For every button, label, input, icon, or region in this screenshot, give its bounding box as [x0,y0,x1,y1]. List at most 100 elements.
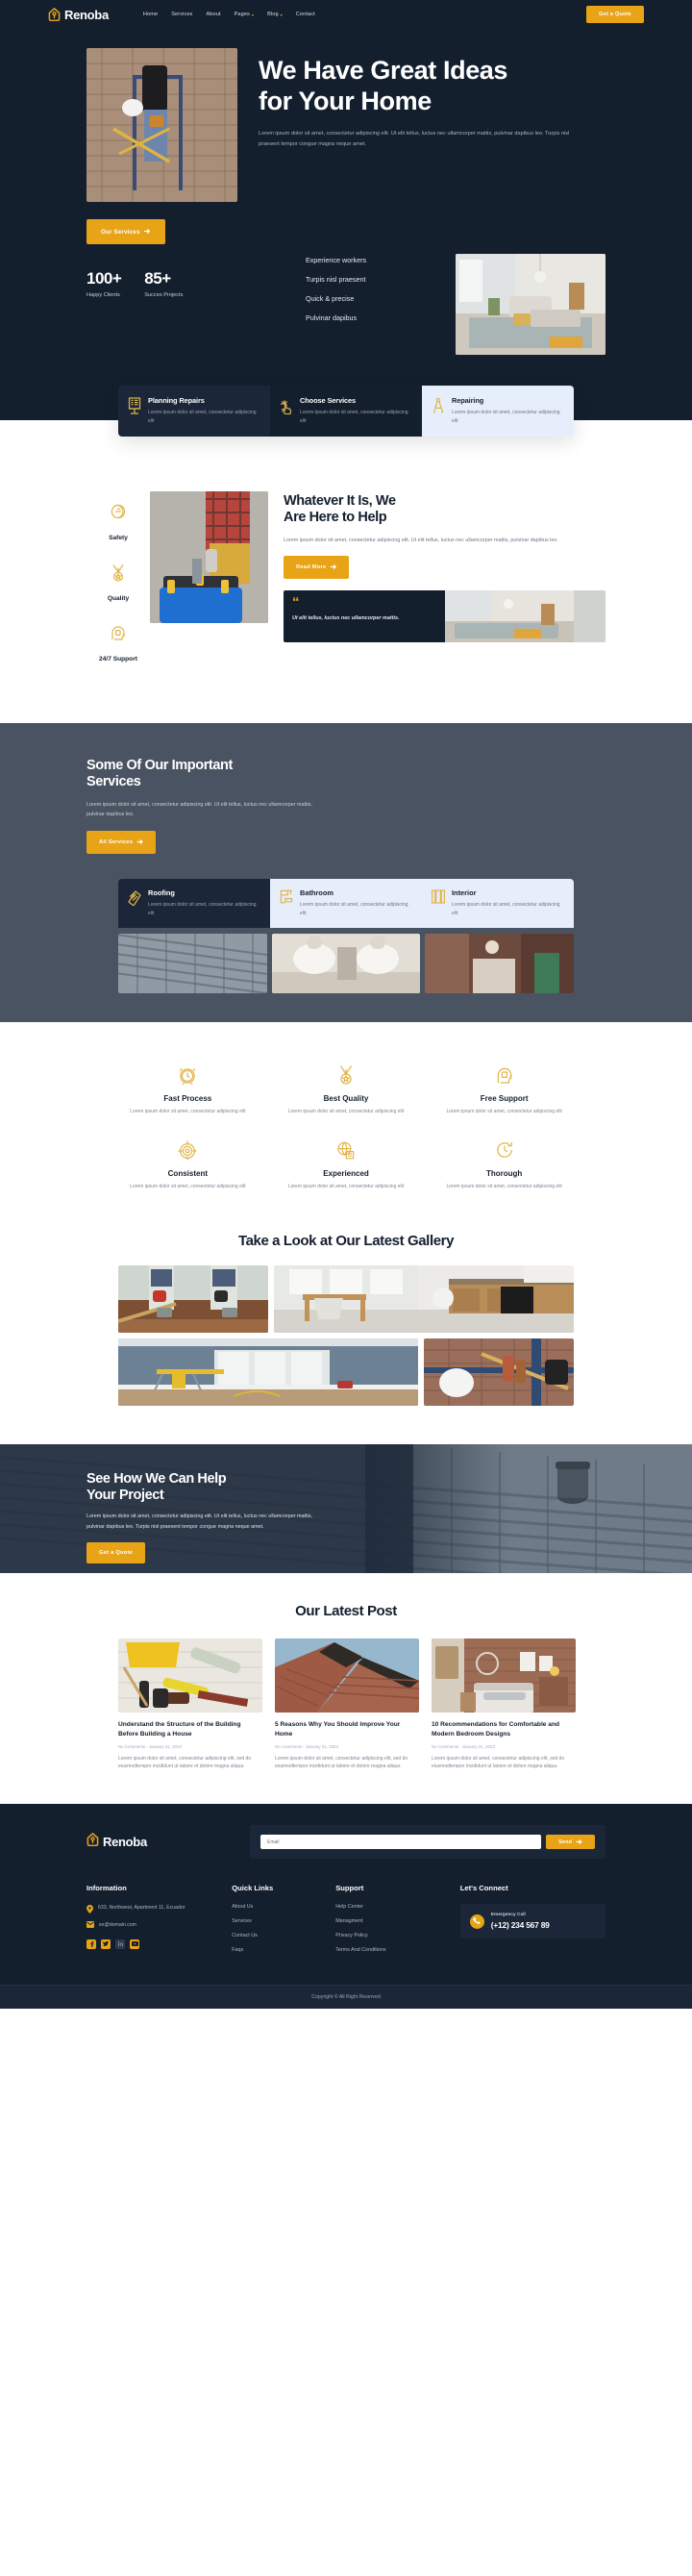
footer-email: ex@domain.com [99,1921,136,1928]
hero-bottom: Our Services ➜ 100+ Happy Clients 85+ Suc… [86,202,606,355]
footer-link-faqs[interactable]: Faqs [232,1947,335,1953]
features-grid: Fast Process Lorem ipsum dolor sit amet,… [115,1064,577,1191]
cta-title-line2: Your Project [86,1488,164,1503]
footer-link-services[interactable]: Services [232,1918,335,1924]
get-a-quote-button[interactable]: Get a Quote [586,6,644,23]
footer-socials [86,1938,232,1949]
feature-cards-strip: Planning Repairs Lorem ipsum dolor sit a… [0,386,692,468]
help-title-line2: Are Here to Help [284,510,387,526]
blog-post-2[interactable]: 5 Reasons Why You Should Improve Your Ho… [275,1638,419,1771]
nav-label: Services [171,12,193,17]
service-tab-interior[interactable]: Interior Lorem ipsum dolor sit amet, con… [422,879,574,928]
list-item: Experience workers [306,256,367,264]
footer-link-managment[interactable]: Managment [335,1918,460,1924]
footer-link-privacy-policy[interactable]: Privacy Policy [335,1933,460,1938]
gallery-image-1[interactable] [118,1264,268,1333]
card-repairing[interactable]: Repairing Lorem ipsum dolor sit amet, co… [422,386,574,437]
nav-item-pages[interactable]: Pages ▾ [235,12,254,17]
footer-brand[interactable]: Renoba [86,1832,250,1851]
hero-paragraph: Lorem ipsum dolor sit amet, consectetur … [259,131,570,147]
page-root: Renoba Home Services About Pages ▾ Blog ▾ … [0,0,692,2009]
blog-post-1[interactable]: Understand the Structure of the Building… [118,1638,262,1771]
nav-item-services[interactable]: Services [171,12,192,17]
hero-title-line2: for Your Home [259,86,432,115]
gallery-row-2 [118,1338,574,1406]
help-paragraph: Lorem ipsum dolor sit amet, consectetur … [284,537,558,543]
service-tab-roofing[interactable]: Roofing Lorem ipsum dolor sit amet, cons… [118,879,270,928]
stat-happy-clients: 100+ Happy Clients [86,269,122,298]
footer-column-support: Support Help Center Managment Privacy Po… [335,1884,460,1962]
feature-title: Thorough [486,1168,523,1178]
service-image-roofing [118,933,267,993]
gallery-title: Take a Look at Our Latest Gallery [237,1232,455,1249]
blog-post-3[interactable]: 10 Recommendations for Comfortable and M… [432,1638,576,1771]
copyright-bar: Copyright © All Right Reserved [0,1985,692,2009]
location-pin-icon [86,1904,93,1913]
blog-title: Our Latest Post [295,1602,397,1619]
footer-columns: Information 633, Northwest, Apartment 11… [86,1884,606,1962]
card-text: Lorem ipsum dolor sit amet, consectetur … [452,410,560,424]
facebook-icon[interactable] [86,1938,96,1949]
newsletter-email-input[interactable] [260,1835,542,1849]
emergency-call-card[interactable]: Emergency Call (+12) 234 567 89 [459,1904,606,1938]
gallery-image-4[interactable] [424,1338,574,1406]
gallery-image-3[interactable] [118,1338,418,1406]
card-title: Planning Repairs [148,396,205,405]
nav-item-blog[interactable]: Blog ▾ [267,12,283,17]
service-tab-text: Lorem ipsum dolor sit amet, consectetur … [300,902,408,917]
footer-link-contact-us[interactable]: Contact Us [232,1933,335,1938]
feature-text: Lorem ipsum dolor sit amet, consectetur … [446,1108,562,1114]
hero-section: Renoba Home Services About Pages ▾ Blog ▾ … [0,0,692,409]
gallery-image-2[interactable] [274,1264,574,1333]
stat-label: Happy Clients [86,292,120,298]
globe-document-icon [337,1141,355,1160]
brand-logo[interactable]: Renoba [48,8,109,22]
card-choose-services[interactable]: Choose Services Lorem ipsum dolor sit am… [270,386,422,437]
nav-item-about[interactable]: About [206,12,220,17]
hand-select-icon [279,396,294,426]
headset-icon [497,1067,512,1084]
service-tab-bathroom[interactable]: Bathroom Lorem ipsum dolor sit amet, con… [270,879,422,928]
feature-fast-process: Fast Process Lorem ipsum dolor sit amet,… [115,1064,260,1116]
hero-top: We Have Great Ideas for Your Home Lorem … [86,25,606,202]
chevron-down-icon: ▾ [280,12,283,17]
footer-link-help-center[interactable]: Help Center [335,1904,460,1910]
all-services-button[interactable]: All Services ➜ [86,831,157,855]
help-item-safety: Safety [86,503,150,544]
newsletter-send-button[interactable]: Send ➜ [546,1835,595,1849]
hero-copy: We Have Great Ideas for Your Home Lorem … [259,48,606,202]
footer-link-about-us[interactable]: About Us [232,1904,335,1910]
alarm-clock-icon [179,1067,196,1086]
cta-get-a-quote-button[interactable]: Get a Quote [86,1541,146,1563]
feature-thorough: Thorough Lorem ipsum dolor sit amet, con… [432,1139,577,1191]
clipboard-checklist-icon [127,396,142,426]
service-tab-title: Roofing [148,888,175,898]
nav-item-home[interactable]: Home [143,12,158,17]
card-planning-repairs[interactable]: Planning Repairs Lorem ipsum dolor sit a… [118,386,270,437]
features-section: Fast Process Lorem ipsum dolor sit amet,… [0,1021,692,1220]
services-title-line1: Some Of Our Important [86,758,233,773]
blog-post-image [275,1638,419,1713]
nav-item-contact[interactable]: Contact [296,12,315,17]
list-item: Quick & precise [306,294,355,303]
youtube-icon[interactable] [130,1938,139,1949]
nav-label: Blog [267,12,279,17]
footer-heading: Information [86,1884,127,1892]
our-services-button[interactable]: Our Services ➜ [86,219,165,244]
twitter-icon[interactable] [101,1938,111,1949]
footer-heading: Support [335,1884,364,1892]
read-more-label: Read More [296,564,327,571]
stat-value: 85+ [144,269,171,288]
linkedin-icon[interactable] [115,1938,125,1949]
feature-title: Best Quality [323,1093,369,1103]
footer-link-terms[interactable]: Terms And Conditions [335,1947,460,1953]
arrow-right-icon: ➜ [576,1837,582,1846]
arrow-right-icon: ➜ [136,838,144,847]
brand-name: Renoba [64,7,109,22]
help-item-quality: Quality [86,563,150,605]
feature-best-quality: Best Quality Lorem ipsum dolor sit amet,… [274,1064,419,1116]
feature-text: Lorem ipsum dolor sit amet, consectetur … [130,1108,246,1114]
footer-email-row[interactable]: ex@domain.com [86,1921,232,1929]
read-more-button[interactable]: Read More ➜ [284,556,350,580]
help-item-label: Quality [107,595,130,602]
